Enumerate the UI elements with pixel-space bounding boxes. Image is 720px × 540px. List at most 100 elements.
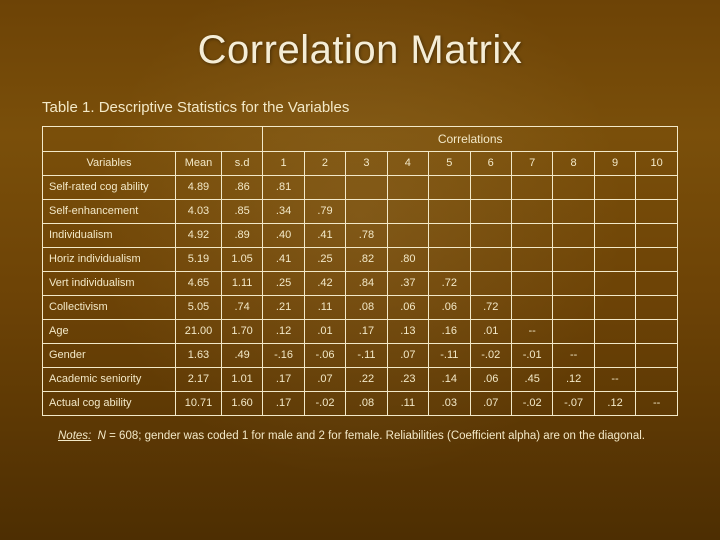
- corr-cell: [594, 176, 635, 200]
- corr-cell: [594, 344, 635, 368]
- row-mean: 1.63: [176, 344, 222, 368]
- corr-cell: -.07: [553, 392, 594, 416]
- correlation-table-wrap: Correlations Variables Mean s.d 1 2 3 4 …: [42, 126, 678, 416]
- corr-cell: [511, 176, 552, 200]
- corr-cell: .72: [429, 272, 470, 296]
- corr-cell: .81: [263, 176, 304, 200]
- corr-cell: .41: [304, 224, 345, 248]
- table-row: Age21.001.70.12.01.17.13.16.01--: [43, 320, 678, 344]
- row-variable: Self-enhancement: [43, 200, 176, 224]
- corr-cell: -.11: [429, 344, 470, 368]
- row-variable: Age: [43, 320, 176, 344]
- corr-cell: .14: [429, 368, 470, 392]
- table-row: Individualism4.92.89.40.41.78: [43, 224, 678, 248]
- corr-cell: .06: [387, 296, 428, 320]
- row-sd: .85: [221, 200, 262, 224]
- col-4: 4: [387, 152, 428, 176]
- corr-cell: .12: [263, 320, 304, 344]
- corr-cell: [511, 200, 552, 224]
- corr-cell: .07: [470, 392, 511, 416]
- corr-cell: [636, 320, 678, 344]
- table-row: Horiz individualism5.191.05.41.25.82.80: [43, 248, 678, 272]
- corr-cell: .25: [304, 248, 345, 272]
- row-mean: 21.00: [176, 320, 222, 344]
- header-row-1: Correlations: [43, 127, 678, 152]
- corr-cell: .12: [594, 392, 635, 416]
- corr-cell: -.06: [304, 344, 345, 368]
- col-9: 9: [594, 152, 635, 176]
- table-row: Actual cog ability10.711.60.17-.02.08.11…: [43, 392, 678, 416]
- row-sd: 1.60: [221, 392, 262, 416]
- col-variables: Variables: [43, 152, 176, 176]
- corr-cell: .11: [387, 392, 428, 416]
- corr-cell: [594, 200, 635, 224]
- col-1: 1: [263, 152, 304, 176]
- corr-cell: -.02: [304, 392, 345, 416]
- row-variable: Collectivism: [43, 296, 176, 320]
- col-7: 7: [511, 152, 552, 176]
- table-row: Self-rated cog ability4.89.86.81: [43, 176, 678, 200]
- row-variable: Vert individualism: [43, 272, 176, 296]
- row-mean: 5.05: [176, 296, 222, 320]
- col-6: 6: [470, 152, 511, 176]
- corr-cell: .01: [304, 320, 345, 344]
- corr-cell: .40: [263, 224, 304, 248]
- corr-cell: [470, 224, 511, 248]
- col-5: 5: [429, 152, 470, 176]
- corr-cell: .78: [346, 224, 387, 248]
- corr-cell: .17: [346, 320, 387, 344]
- corr-cell: [387, 200, 428, 224]
- slide: Correlation Matrix Table 1. Descriptive …: [0, 0, 720, 540]
- corr-cell: [429, 224, 470, 248]
- corr-cell: [553, 176, 594, 200]
- corr-cell: [429, 176, 470, 200]
- corr-cell: .12: [553, 368, 594, 392]
- corr-cell: [553, 200, 594, 224]
- corr-cell: .07: [304, 368, 345, 392]
- table-row: Gender1.63.49-.16-.06-.11.07-.11-.02-.01…: [43, 344, 678, 368]
- table-row: Collectivism5.05.74.21.11.08.06.06.72: [43, 296, 678, 320]
- corr-cell: .22: [346, 368, 387, 392]
- page-title: Correlation Matrix: [0, 0, 720, 99]
- corr-cell: [429, 248, 470, 272]
- corr-cell: [594, 224, 635, 248]
- row-sd: 1.05: [221, 248, 262, 272]
- table-row: Vert individualism4.651.11.25.42.84.37.7…: [43, 272, 678, 296]
- row-sd: 1.70: [221, 320, 262, 344]
- corr-cell: --: [553, 344, 594, 368]
- notes-label: Notes:: [58, 430, 91, 442]
- corr-cell: --: [511, 320, 552, 344]
- table-caption: Table 1. Descriptive Statistics for the …: [42, 99, 720, 116]
- notes-text: = 608; gender was coded 1 for male and 2…: [106, 430, 645, 442]
- corr-cell: [553, 320, 594, 344]
- corr-cell: [636, 368, 678, 392]
- header-row-2: Variables Mean s.d 1 2 3 4 5 6 7 8 9 10: [43, 152, 678, 176]
- row-sd: 1.01: [221, 368, 262, 392]
- corr-cell: [346, 200, 387, 224]
- corr-cell: .79: [304, 200, 345, 224]
- row-sd: .89: [221, 224, 262, 248]
- row-sd: 1.11: [221, 272, 262, 296]
- col-10: 10: [636, 152, 678, 176]
- corr-cell: .01: [470, 320, 511, 344]
- col-3: 3: [346, 152, 387, 176]
- corr-cell: .34: [263, 200, 304, 224]
- corr-cell: [553, 224, 594, 248]
- table-body: Self-rated cog ability4.89.86.81Self-enh…: [43, 176, 678, 416]
- corr-cell: .45: [511, 368, 552, 392]
- corr-cell: [636, 200, 678, 224]
- corr-cell: .84: [346, 272, 387, 296]
- row-mean: 10.71: [176, 392, 222, 416]
- corr-cell: .42: [304, 272, 345, 296]
- row-mean: 4.92: [176, 224, 222, 248]
- corr-cell: [594, 272, 635, 296]
- corr-cell: [594, 248, 635, 272]
- corr-cell: .23: [387, 368, 428, 392]
- col-8: 8: [553, 152, 594, 176]
- corr-cell: [387, 176, 428, 200]
- corr-cell: [553, 296, 594, 320]
- correlation-table: Correlations Variables Mean s.d 1 2 3 4 …: [42, 126, 678, 416]
- row-sd: .74: [221, 296, 262, 320]
- corr-cell: [470, 248, 511, 272]
- corr-cell: [636, 224, 678, 248]
